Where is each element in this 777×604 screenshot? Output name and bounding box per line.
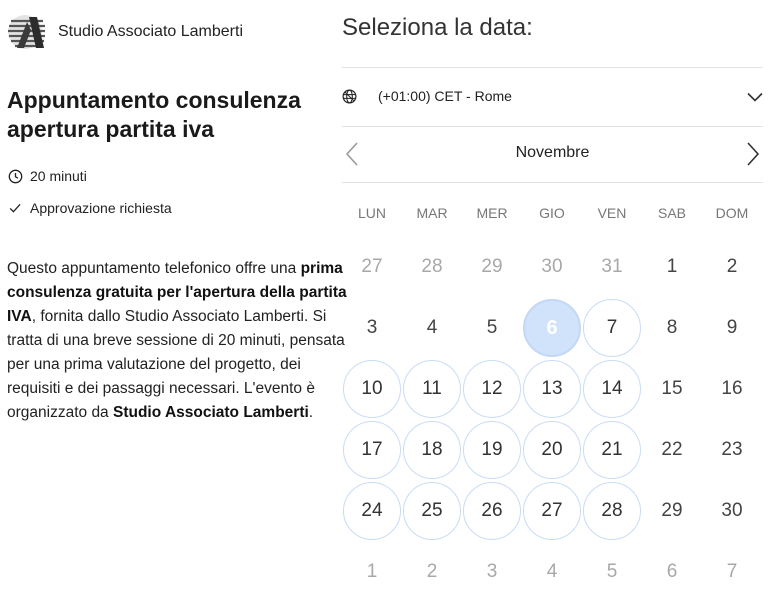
calendar-day-selected[interactable]: 6	[523, 299, 581, 357]
calendar-day-outside-month: 2	[426, 561, 438, 582]
calendar-day-unavailable: 16	[721, 378, 743, 399]
duration-row: 20 minuti	[7, 168, 87, 184]
calendar-day-available[interactable]: 13	[523, 360, 581, 418]
calendar-day-unavailable: 30	[721, 500, 743, 521]
calendar-day-outside-month: 30	[541, 256, 563, 277]
calendar-day-available[interactable]: 12	[463, 360, 521, 418]
approval-row: Approvazione richiesta	[7, 200, 172, 216]
chevron-right-icon[interactable]	[745, 141, 761, 167]
calendar-day-available[interactable]: 19	[463, 421, 521, 479]
calendar-day-outside-month: 28	[421, 256, 443, 277]
calendar-day-outside-month: 31	[601, 256, 623, 277]
organizer-name: Studio Associato Lamberti	[113, 404, 309, 421]
calendar-day-outside-month: 4	[546, 561, 558, 582]
weekday-label: DOM	[715, 205, 749, 221]
description-text: .	[308, 404, 314, 421]
calendar-day-available[interactable]: 27	[523, 482, 581, 540]
calendar-day-outside-month: 27	[361, 256, 383, 277]
calendar-day-available[interactable]: 20	[523, 421, 581, 479]
calendar-day-unavailable: 22	[661, 439, 683, 460]
calendar-day-unavailable: 29	[661, 500, 683, 521]
calendar-day-outside-month: 5	[606, 561, 618, 582]
calendar-day-available[interactable]: 11	[403, 360, 461, 418]
calendar-day-outside-month: 29	[481, 256, 503, 277]
weekday-label: GIO	[539, 205, 565, 221]
calendar-day-available[interactable]: 17	[343, 421, 401, 479]
calendar-day-unavailable: 23	[721, 439, 743, 460]
calendar-day-outside-month: 3	[486, 561, 498, 582]
weekday-label: VEN	[597, 205, 627, 221]
brand-name: Studio Associato Lamberti	[58, 23, 243, 40]
date-picker-heading: Seleziona la data:	[342, 14, 533, 41]
duration-label: 20 minuti	[30, 168, 87, 184]
weekday-label: LUN	[357, 205, 386, 221]
calendar-day-available[interactable]: 25	[403, 482, 461, 540]
calendar-day-available[interactable]: 24	[343, 482, 401, 540]
calendar-day-unavailable: 9	[726, 317, 738, 338]
chevron-down-icon	[747, 92, 763, 102]
brand-header: Studio Associato Lamberti	[7, 14, 243, 50]
calendar-day-unavailable: 5	[486, 317, 498, 338]
calendar-day-available[interactable]: 18	[403, 421, 461, 479]
check-icon	[7, 200, 23, 216]
month-label: Novembre	[515, 144, 590, 161]
month-navigation: Novembre	[342, 126, 763, 183]
approval-label: Approvazione richiesta	[30, 200, 172, 216]
event-description: Questo appuntamento telefonico offre una…	[7, 257, 347, 425]
weekday-label: SAB	[657, 205, 686, 221]
calendar-day-available[interactable]: 7	[583, 299, 641, 357]
timezone-value: (+01:00) CET - Rome	[378, 88, 512, 104]
weekday-label: MAR	[416, 205, 448, 221]
timezone-select[interactable]: (+01:00) CET - Rome	[342, 67, 763, 127]
calendar-day-unavailable: 2	[726, 256, 738, 277]
studio-logo-icon	[8, 15, 45, 49]
calendar-day-available[interactable]: 26	[463, 482, 521, 540]
calendar-day-unavailable: 3	[366, 317, 378, 338]
description-text: Questo appuntamento telefonico offre una	[7, 260, 301, 277]
calendar-day-available[interactable]: 21	[583, 421, 641, 479]
calendar-day-available[interactable]: 28	[583, 482, 641, 540]
calendar-day-unavailable: 8	[666, 317, 678, 338]
event-title: Appuntamento consulenza apertura partita…	[7, 87, 301, 142]
weekday-label: MER	[476, 205, 508, 221]
calendar-day-unavailable: 4	[426, 317, 438, 338]
globe-icon	[342, 89, 357, 104]
calendar-day-outside-month: 6	[666, 561, 678, 582]
calendar-day-unavailable: 15	[661, 378, 683, 399]
calendar-day-available[interactable]: 10	[343, 360, 401, 418]
calendar-day-unavailable: 1	[666, 256, 678, 277]
clock-icon	[7, 168, 23, 184]
calendar-day-available[interactable]: 14	[583, 360, 641, 418]
calendar-day-outside-month: 1	[366, 561, 378, 582]
calendar-day-outside-month: 7	[726, 561, 738, 582]
